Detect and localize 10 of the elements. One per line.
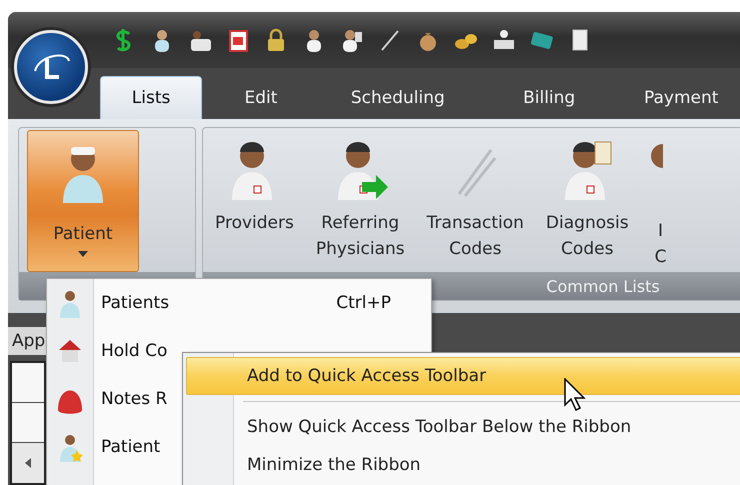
button-label: I	[658, 220, 664, 243]
button-label: Referring	[321, 212, 400, 235]
button-label: Transaction	[426, 212, 524, 235]
button-label: Providers	[215, 212, 294, 235]
button-label: C	[654, 246, 666, 269]
button-label: Patient	[53, 223, 113, 246]
button-label: Physicians	[316, 238, 405, 261]
button-label: Codes	[561, 238, 614, 261]
button-label: Codes	[449, 238, 502, 261]
button-label: Diagnosis	[546, 212, 629, 235]
